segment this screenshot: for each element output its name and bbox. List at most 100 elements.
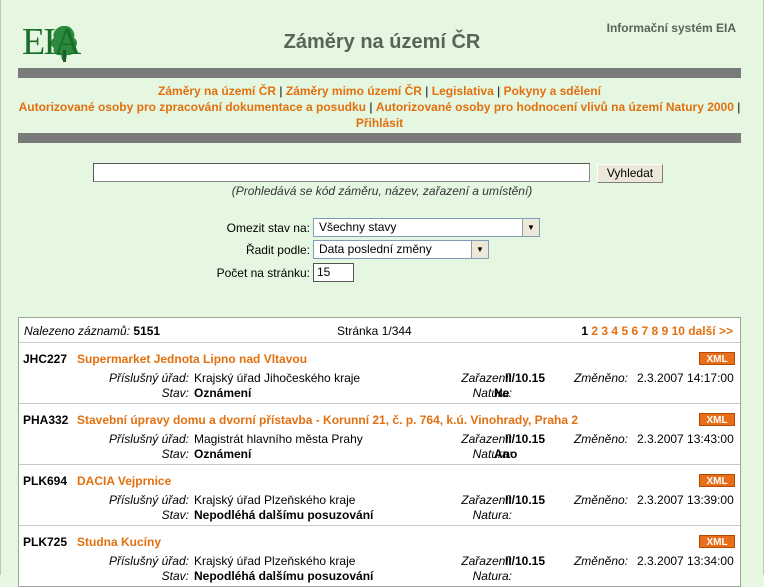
item-title-link[interactable]: Supermarket Jednota Lipno nad Vltavou [77,352,307,366]
menu-separator: | [279,84,283,98]
state-label: Stav: [161,569,189,583]
xml-button[interactable]: XML [699,413,735,426]
menu-autorizovane-osoby-dokumentace[interactable]: Autorizované osoby pro zpracování dokume… [19,100,366,114]
changed-label: Změněno: [573,493,628,507]
xml-button[interactable]: XML [699,535,735,548]
state-filter-label: Omezit stav na: [226,221,310,235]
xml-button[interactable]: XML [699,352,735,365]
office-label: Příslušný úřad: [108,493,189,507]
changed-value: 2.3.2007 14:17:00 [637,371,734,385]
page: EIA Záměry na území ČR Informační systém… [0,0,764,587]
page-link[interactable]: 8 [652,324,659,338]
item-title-link[interactable]: Stavební úpravy domu a dvorní přístavba … [77,413,578,427]
menu-zamery-mimo-cr[interactable]: Záměry mimo území ČR [286,84,422,98]
results-count-label: Nalezeno záznamů: [24,324,131,338]
results-count-value: 5151 [133,324,161,338]
office-value: Krajský úřad Jihočeského kraje [194,371,361,385]
category-value: II/10.15 [505,371,546,385]
page-link[interactable]: 6 [631,324,638,338]
page-link[interactable]: 5 [621,324,628,338]
category-value: II/10.15 [505,493,546,507]
item-code: PLK694 [23,474,68,488]
xml-button[interactable]: XML [699,474,735,487]
page-link[interactable]: 2 [591,324,598,338]
row-divider [19,342,740,343]
menu-legislativa[interactable]: Legislativa [432,84,494,98]
page-link[interactable]: 7 [642,324,649,338]
menu-zamery-cr[interactable]: Záměry na území ČR [158,84,276,98]
dropdown-arrow-icon: ▼ [522,219,539,236]
results-header: Nalezeno záznamů: 5151 Stránka 1/344 1 2… [19,318,740,342]
search-hint: (Prohledává se kód záměru, název, zařaze… [231,184,533,198]
list-item: PHA332 Stavební úpravy domu a dvorní pří… [19,403,740,463]
natura-value: Ano [494,447,518,461]
changed-value: 2.3.2007 13:43:00 [637,432,734,446]
state-value: Nepodléhá dalšímu posuzování [194,569,374,583]
item-title-link[interactable]: DACIA Vejprnice [77,474,171,488]
menu-autorizovane-osoby-natura[interactable]: Autorizované osoby pro hodnocení vlivů n… [376,100,734,114]
sort-value: Data poslední změny [319,242,432,256]
item-code: PHA332 [23,413,69,427]
menu-prihlasit[interactable]: Přihlásit [356,116,403,130]
state-label: Stav: [161,447,189,461]
menu-separator: | [497,84,501,98]
per-page-label: Počet na stránku: [216,266,310,280]
office-label: Příslušný úřad: [108,554,189,568]
menu-separator: | [425,84,429,98]
search-input[interactable] [93,163,590,182]
page-link[interactable]: 4 [611,324,618,338]
pagination: 1 2 3 4 5 6 7 8 9 10 další >> [581,324,733,338]
list-item: PLK725 Studna Kucíny XML Příslušný úřad:… [19,525,740,585]
item-title-link[interactable]: Studna Kucíny [77,535,161,549]
page-border-left [0,0,1,575]
per-page-input[interactable]: 15 [313,263,354,282]
state-value: Nepodléhá dalšímu posuzování [194,508,374,522]
office-value: Magistrát hlavního města Prahy [194,432,363,446]
changed-label: Změněno: [573,371,628,385]
state-value: Oznámení [194,386,252,400]
list-item: PLK694 DACIA Vejprnice XML Příslušný úřa… [19,464,740,524]
changed-value: 2.3.2007 13:39:00 [637,493,734,507]
page-link[interactable]: 3 [601,324,608,338]
changed-label: Změněno: [573,554,628,568]
changed-label: Změněno: [573,432,628,446]
menu-divider-bar [18,133,741,143]
sort-select[interactable]: Data poslední změny ▼ [313,240,489,259]
office-value: Krajský úřad Plzeňského kraje [194,554,356,568]
category-value: II/10.15 [505,554,546,568]
row-divider [19,464,740,465]
dropdown-arrow-icon: ▼ [471,241,488,258]
state-label: Stav: [161,508,189,522]
sort-label: Řadit podle: [245,243,310,257]
page-current: 1 [581,324,588,338]
office-label: Příslušný úřad: [108,432,189,446]
natura-value: Ne [494,386,510,400]
menu-separator: | [737,100,741,114]
item-code: JHC227 [23,352,68,366]
item-code: PLK725 [23,535,68,549]
office-label: Příslušný úřad: [108,371,189,385]
state-label: Stav: [161,386,189,400]
changed-value: 2.3.2007 13:34:00 [637,554,734,568]
header-divider-bar [18,68,741,78]
office-value: Krajský úřad Plzeňského kraje [194,493,356,507]
natura-label: Natura: [472,508,512,522]
system-name: Informační systém EIA [606,21,736,35]
results-count: Nalezeno záznamů: 5151 [24,324,160,338]
next-page-link[interactable]: další >> [688,324,733,338]
row-divider [19,525,740,526]
state-filter-select[interactable]: Všechny stavy ▼ [313,218,540,237]
row-divider [19,403,740,404]
category-value: II/10.15 [505,432,546,446]
page-link[interactable]: 9 [662,324,669,338]
menu-separator: | [369,100,373,114]
menu-pokyny[interactable]: Pokyny a sdělení [504,84,601,98]
search-button[interactable]: Vyhledat [597,164,663,183]
state-filter-value: Všechny stavy [319,220,397,234]
list-item: JHC227 Supermarket Jednota Lipno nad Vlt… [19,342,740,402]
natura-label: Natura: [472,569,512,583]
state-value: Oznámení [194,447,252,461]
page-link[interactable]: 10 [672,324,685,338]
results-panel: Nalezeno záznamů: 5151 Stránka 1/344 1 2… [18,317,741,587]
main-menu: Záměry na území ČR | Záměry mimo území Č… [18,83,741,131]
